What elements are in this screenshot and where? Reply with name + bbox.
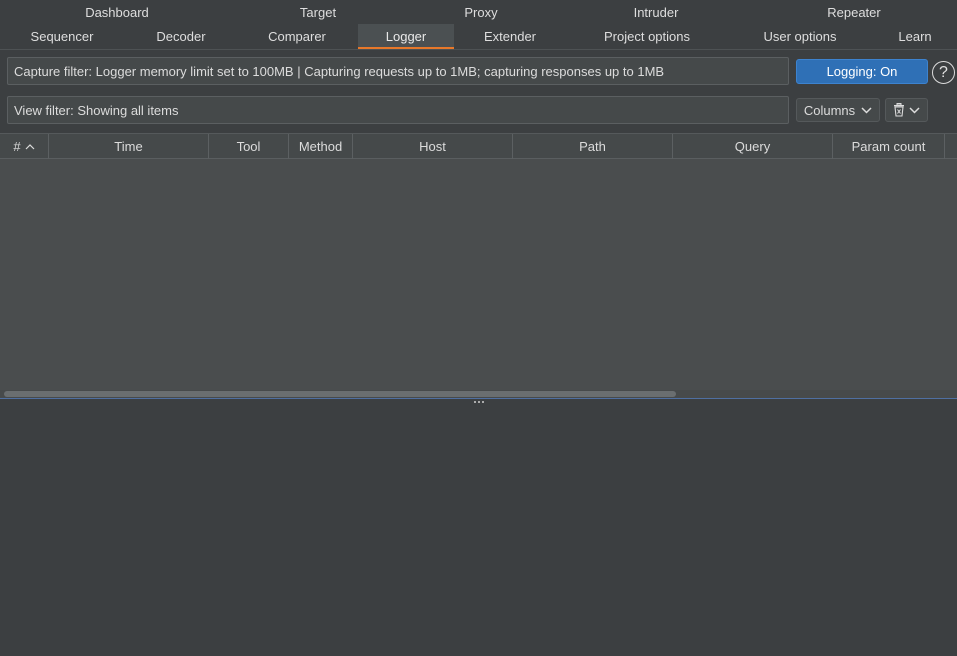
tab-user-options[interactable]: User options (748, 24, 852, 49)
tab-dashboard[interactable]: Dashboard (57, 0, 177, 24)
logging-toggle-button[interactable]: Logging: On (796, 59, 928, 84)
burp-logger-window: Dashboard Target Proxy Intruder Repeater… (0, 0, 957, 656)
trash-icon (894, 103, 904, 117)
sort-ascending-icon (25, 143, 35, 149)
column-header-number[interactable]: # (0, 134, 49, 159)
columns-label: Columns (803, 102, 856, 118)
column-header-tool[interactable]: Tool (209, 134, 289, 159)
pane-splitter[interactable] (0, 398, 957, 406)
tab-intruder[interactable]: Intruder (598, 0, 714, 24)
tab-repeater[interactable]: Repeater (796, 0, 912, 24)
capture-filter-bar[interactable]: Capture filter: Logger memory limit set … (7, 57, 789, 85)
tab-proxy[interactable]: Proxy (430, 0, 532, 24)
view-filter-bar[interactable]: View filter: Showing all items (7, 96, 789, 124)
horizontal-scrollbar-thumb[interactable] (4, 391, 676, 397)
help-icon[interactable]: ? (932, 61, 955, 84)
log-table[interactable]: # Time Tool Method Host Path Query Param… (0, 133, 957, 398)
tab-comparer[interactable]: Comparer (246, 24, 348, 49)
column-header-path[interactable]: Path (513, 134, 673, 159)
tab-target[interactable]: Target (260, 0, 376, 24)
chevron-down-icon (861, 106, 872, 114)
horizontal-scrollbar[interactable] (0, 390, 957, 398)
capture-filter-text: Capture filter: Logger memory limit set … (14, 63, 665, 79)
tab-sequencer[interactable]: Sequencer (12, 24, 112, 49)
clear-log-button[interactable] (885, 98, 928, 122)
logging-toggle-label: Logging: On (826, 64, 898, 79)
tab-extender[interactable]: Extender (466, 24, 554, 49)
column-header-query[interactable]: Query (673, 134, 833, 159)
request-response-pane (0, 406, 957, 656)
help-icon-glyph: ? (939, 63, 948, 81)
chevron-down-icon (909, 106, 920, 114)
tab-learn[interactable]: Learn (888, 24, 942, 49)
tab-decoder[interactable]: Decoder (134, 24, 228, 49)
column-header-time[interactable]: Time (49, 134, 209, 159)
splitter-grip-icon (473, 400, 484, 403)
tab-project-options[interactable]: Project options (588, 24, 706, 49)
main-tabs-row-1: Dashboard Target Proxy Intruder Repeater (0, 0, 957, 24)
tab-logger[interactable]: Logger (358, 24, 454, 49)
view-filter-text: View filter: Showing all items (14, 102, 179, 118)
column-header-label: # (13, 139, 21, 154)
column-header-host[interactable]: Host (353, 134, 513, 159)
column-header-method[interactable]: Method (289, 134, 353, 159)
main-tabs-row-2: Sequencer Decoder Comparer Logger Extend… (0, 24, 957, 50)
table-header: # Time Tool Method Host Path Query Param… (0, 134, 957, 159)
columns-button[interactable]: Columns (796, 98, 880, 122)
column-header-param-count[interactable]: Param count (833, 134, 945, 159)
